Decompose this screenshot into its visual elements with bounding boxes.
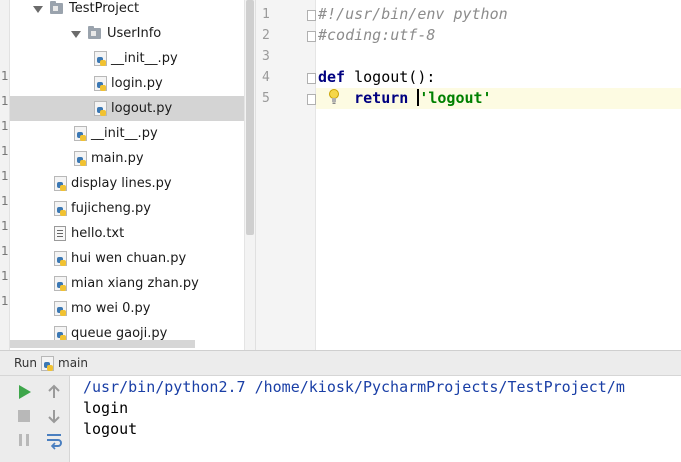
tree-scroll-thumb[interactable]: [246, 0, 254, 235]
tree-item-label: login.py: [111, 76, 163, 91]
code-token: #coding:utf-8: [318, 26, 436, 44]
tree-item[interactable]: __init__.py: [10, 46, 255, 71]
python-file-icon: [41, 355, 55, 371]
python-file-icon: [94, 76, 107, 91]
left-gutter-number: 1: [1, 169, 9, 183]
run-console[interactable]: /usr/bin/python2.7 /home/kiosk/PycharmPr…: [70, 376, 681, 462]
pause-icon[interactable]: [14, 430, 34, 450]
code-token: return: [354, 89, 409, 107]
console-output-line: login: [83, 399, 129, 417]
expand-arrow-icon[interactable]: [32, 4, 43, 14]
tree-item[interactable]: logout.py: [10, 96, 255, 121]
code-line[interactable]: #!/usr/bin/env python: [318, 4, 508, 25]
code-line[interactable]: return 'logout': [318, 88, 492, 109]
code-token: def: [318, 68, 346, 86]
tree-item[interactable]: display lines.py: [10, 171, 255, 196]
line-number: 2: [262, 28, 270, 43]
fold-marker[interactable]: [307, 94, 316, 105]
run-panel-header: Run main: [0, 350, 681, 376]
python-file-icon: [54, 201, 67, 216]
tree-item-label: queue gaoji.py: [71, 326, 168, 341]
python-file-icon: [74, 126, 87, 141]
tree-item-label: TestProject: [69, 1, 140, 16]
run-tab-main[interactable]: main: [58, 356, 88, 370]
tree-item[interactable]: mo wei 0.py: [10, 296, 255, 321]
fold-marker[interactable]: [307, 10, 316, 21]
console-command-line: /usr/bin/python2.7 /home/kiosk/PycharmPr…: [83, 378, 625, 396]
tree-item[interactable]: TestProject: [10, 0, 255, 21]
tree-item-label: fujicheng.py: [71, 201, 151, 216]
text-file-icon: [54, 226, 66, 241]
python-file-icon: [94, 51, 107, 66]
tree-item[interactable]: hello.txt: [10, 221, 255, 246]
tree-item[interactable]: fujicheng.py: [10, 196, 255, 221]
tree-item[interactable]: main.py: [10, 146, 255, 171]
stop-icon[interactable]: [14, 406, 34, 426]
tree-item[interactable]: mian xiang zhan.py: [10, 271, 255, 296]
python-file-icon: [74, 151, 87, 166]
code-token: logout():: [345, 68, 436, 86]
tree-item[interactable]: hui wen chuan.py: [10, 246, 255, 271]
soft-wrap-icon[interactable]: [44, 430, 64, 450]
code-line[interactable]: def logout():: [318, 67, 435, 88]
python-file-icon: [54, 276, 67, 291]
tree-item[interactable]: UserInfo: [10, 21, 255, 46]
code-editor[interactable]: 1 2 3 4 5 #!/usr/bin/env python #coding:utf-8…: [255, 0, 681, 350]
scroll-down-icon[interactable]: [44, 406, 64, 426]
tree-item-label: hui wen chuan.py: [71, 251, 187, 266]
line-number: 3: [262, 49, 270, 64]
python-file-icon: [54, 251, 67, 266]
fold-marker[interactable]: [307, 31, 316, 42]
expand-arrow-icon[interactable]: [70, 29, 81, 39]
tree-item-label: mo wei 0.py: [71, 301, 151, 316]
left-gutter-number: 1: [1, 194, 9, 208]
python-file-icon: [54, 301, 67, 316]
console-output-line: logout: [83, 420, 138, 438]
tree-item-label: __init__.py: [91, 126, 158, 141]
left-gutter-number: 1: [1, 94, 9, 108]
project-tree: 1 1 1 1 1 1 1 1 1 1 TestProject UserInfo __init__.p…: [0, 0, 255, 350]
tree-item[interactable]: __init__.py: [10, 121, 255, 146]
left-gutter-number: 1: [1, 294, 9, 308]
left-gutter-number: 1: [1, 119, 9, 133]
run-icon[interactable]: [14, 382, 34, 402]
python-file-icon: [54, 176, 67, 191]
tree-item[interactable]: login.py: [10, 71, 255, 96]
tree-horizontal-scrollbar[interactable]: [10, 340, 195, 348]
tree-item-label: UserInfo: [107, 26, 162, 41]
code-token: #!/usr/bin/env python: [318, 5, 508, 23]
folder-icon: [88, 26, 101, 39]
line-number: 4: [262, 70, 270, 85]
tree-item-label: __init__.py: [111, 51, 178, 66]
left-gutter-number: 1: [1, 219, 9, 233]
left-gutter-number: 1: [1, 269, 9, 283]
tree-item-label: mian xiang zhan.py: [71, 276, 199, 291]
left-gutter-number: 1: [1, 244, 9, 258]
fold-marker[interactable]: [307, 73, 316, 84]
python-file-icon: [94, 101, 107, 116]
line-number: 1: [262, 7, 270, 22]
left-gutter-number: 1: [1, 69, 9, 83]
run-toolbar: [0, 376, 70, 462]
code-line[interactable]: #coding:utf-8: [318, 25, 435, 46]
python-file-icon: [54, 326, 67, 341]
tree-item-label: logout.py: [111, 101, 173, 116]
tree-item-label: main.py: [91, 151, 144, 166]
line-number: 5: [262, 91, 270, 106]
scroll-up-icon[interactable]: [44, 382, 64, 402]
tree-item-label: hello.txt: [71, 226, 125, 241]
run-label: Run: [14, 356, 38, 370]
code-token: 'logout': [419, 89, 492, 107]
folder-icon: [50, 1, 63, 14]
left-gutter-number: 1: [1, 144, 9, 158]
tree-item-label: display lines.py: [71, 176, 172, 191]
